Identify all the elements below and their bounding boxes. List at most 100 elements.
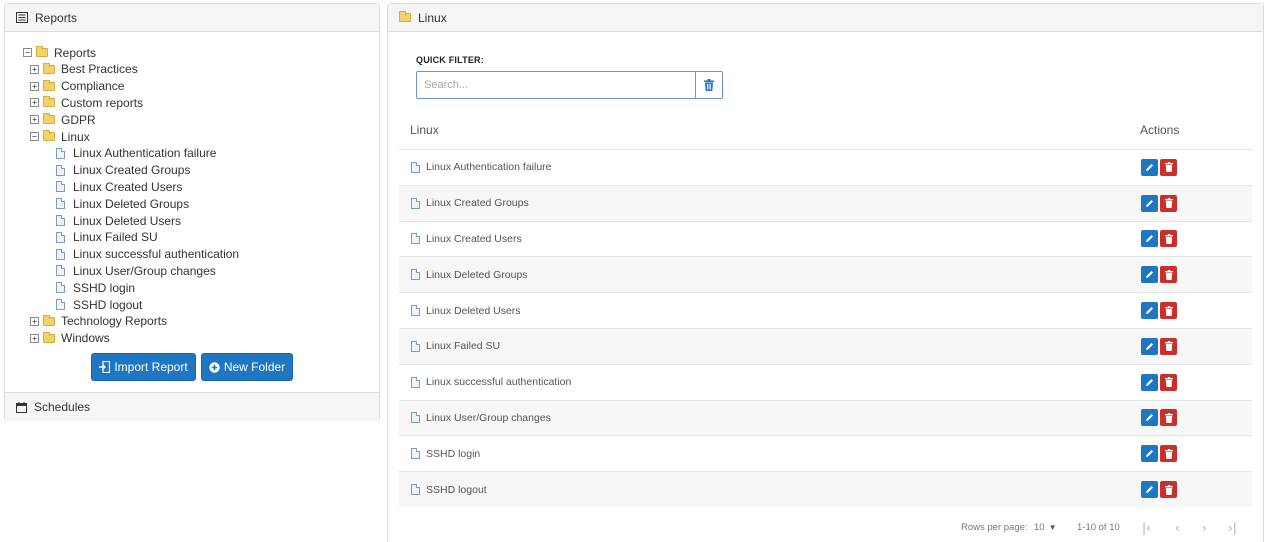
edit-button[interactable] xyxy=(1141,373,1158,391)
document-icon xyxy=(56,215,65,226)
calendar-icon xyxy=(16,401,27,413)
new-folder-button[interactable]: New Folder xyxy=(201,353,293,381)
table-row[interactable]: Linux Authentication failure xyxy=(399,149,1252,185)
table-row[interactable]: Linux Failed SU xyxy=(399,327,1252,364)
edit-button[interactable] xyxy=(1141,158,1158,176)
collapse-icon[interactable]: − xyxy=(23,48,32,57)
edit-button[interactable] xyxy=(1141,481,1158,499)
caret-down-icon: ▼ xyxy=(1048,523,1057,532)
edit-button[interactable] xyxy=(1141,409,1158,427)
folder-panel-header: Linux xyxy=(388,4,1263,32)
tree-item-label: Linux Authentication failure xyxy=(73,146,217,161)
report-name: Linux Deleted Users xyxy=(426,304,521,317)
tree-folder[interactable]: + Windows xyxy=(30,330,110,347)
document-icon xyxy=(411,305,420,317)
report-name: SSHD logout xyxy=(426,483,487,496)
table-row[interactable]: Linux User/Group changes xyxy=(399,399,1252,436)
tree-report[interactable]: SSHD logout xyxy=(56,296,142,313)
table-row[interactable]: Linux Created Groups xyxy=(399,184,1252,221)
report-name: Linux Created Groups xyxy=(426,197,529,210)
edit-button[interactable] xyxy=(1141,337,1158,355)
tree-report[interactable]: Linux User/Group changes xyxy=(56,262,216,279)
edit-button[interactable] xyxy=(1141,266,1158,284)
first-page-icon[interactable]: |‹ xyxy=(1142,521,1151,535)
delete-button[interactable] xyxy=(1160,409,1177,427)
document-icon xyxy=(411,484,420,496)
expand-icon[interactable]: + xyxy=(30,333,39,343)
tree-folder[interactable]: + Best Practices xyxy=(30,61,138,78)
clear-filter-button[interactable] xyxy=(695,72,722,98)
table-row[interactable]: Linux Deleted Users xyxy=(399,292,1252,328)
tree-folder[interactable]: + GDPR xyxy=(30,111,96,128)
delete-button[interactable] xyxy=(1160,302,1177,320)
expand-icon[interactable]: + xyxy=(30,115,39,125)
trash-icon xyxy=(1164,448,1173,459)
tree-item-label: Reports xyxy=(54,45,97,60)
table-row[interactable]: SSHD logout xyxy=(399,471,1252,507)
document-icon xyxy=(56,147,65,159)
reports-panel-header[interactable]: Reports xyxy=(5,4,379,32)
list-icon xyxy=(16,12,28,23)
tree-folder[interactable]: + Custom reports xyxy=(30,94,143,111)
trash-icon xyxy=(1164,162,1173,173)
import-report-button[interactable]: Import Report xyxy=(91,353,196,381)
delete-button[interactable] xyxy=(1160,445,1177,463)
edit-button[interactable] xyxy=(1141,230,1158,248)
trash-icon xyxy=(1164,269,1173,280)
edit-button[interactable] xyxy=(1141,194,1158,212)
plus-circle-icon xyxy=(209,361,220,373)
expand-icon[interactable]: + xyxy=(30,81,39,91)
next-page-icon[interactable]: › xyxy=(1202,521,1207,535)
delete-button[interactable] xyxy=(1160,194,1177,212)
last-page-icon[interactable]: ›| xyxy=(1228,521,1237,535)
tree-folder[interactable]: + Compliance xyxy=(30,78,124,95)
delete-button[interactable] xyxy=(1160,481,1177,499)
tree-folder[interactable]: − Linux xyxy=(30,128,90,145)
trash-icon xyxy=(704,79,714,91)
tree-report[interactable]: Linux Deleted Users xyxy=(56,212,181,229)
tree-report[interactable]: Linux Created Groups xyxy=(56,162,190,179)
column-header-name[interactable]: Linux xyxy=(410,123,439,137)
tree-item-label: Linux Created Groups xyxy=(73,163,191,178)
folder-icon xyxy=(43,62,55,74)
expand-icon[interactable]: + xyxy=(30,98,39,108)
tree-item-label: Linux successful authentication xyxy=(73,247,240,262)
table-row[interactable]: Linux successful authentication xyxy=(399,363,1252,400)
delete-button[interactable] xyxy=(1160,373,1177,391)
folder-panel-title: Linux xyxy=(418,10,447,25)
edit-button[interactable] xyxy=(1141,445,1158,463)
delete-button[interactable] xyxy=(1160,158,1177,176)
tree-item-label: Linux Deleted Users xyxy=(73,213,182,228)
tree-report[interactable]: Linux Created Users xyxy=(56,178,182,195)
expand-icon[interactable]: + xyxy=(30,316,39,326)
folder-icon xyxy=(43,130,55,141)
edit-icon xyxy=(1146,378,1153,386)
tree-folder[interactable]: + Technology Reports xyxy=(30,313,167,330)
folder-icon xyxy=(43,331,55,343)
expand-icon[interactable]: + xyxy=(30,64,39,74)
document-icon xyxy=(411,376,420,388)
search-input[interactable] xyxy=(417,72,695,98)
edit-icon xyxy=(1146,342,1153,350)
delete-button[interactable] xyxy=(1160,266,1177,284)
delete-button[interactable] xyxy=(1160,230,1177,248)
document-icon xyxy=(411,269,420,281)
table-row[interactable]: Linux Created Users xyxy=(399,220,1252,257)
rows-per-page-select[interactable]: 10 ▼ xyxy=(1034,522,1057,533)
report-name: Linux Authentication failure xyxy=(426,161,552,174)
tree-report[interactable]: SSHD login xyxy=(56,279,135,296)
folder-icon xyxy=(43,96,55,108)
tree-folder[interactable]: − Reports xyxy=(23,44,96,61)
document-icon xyxy=(56,265,65,277)
table-row[interactable]: Linux Deleted Groups xyxy=(399,256,1252,293)
collapse-icon[interactable]: − xyxy=(30,132,39,141)
tree-report[interactable]: Linux successful authentication xyxy=(56,246,239,263)
tree-report[interactable]: Linux Authentication failure xyxy=(56,145,216,162)
table-row[interactable]: SSHD login xyxy=(399,435,1252,471)
edit-button[interactable] xyxy=(1141,302,1158,320)
prev-page-icon[interactable]: ‹ xyxy=(1175,521,1180,535)
tree-report[interactable]: Linux Deleted Groups xyxy=(56,195,189,212)
delete-button[interactable] xyxy=(1160,337,1177,355)
tree-report[interactable]: Linux Failed SU xyxy=(56,229,158,246)
schedules-panel-header[interactable]: Schedules xyxy=(5,392,379,421)
